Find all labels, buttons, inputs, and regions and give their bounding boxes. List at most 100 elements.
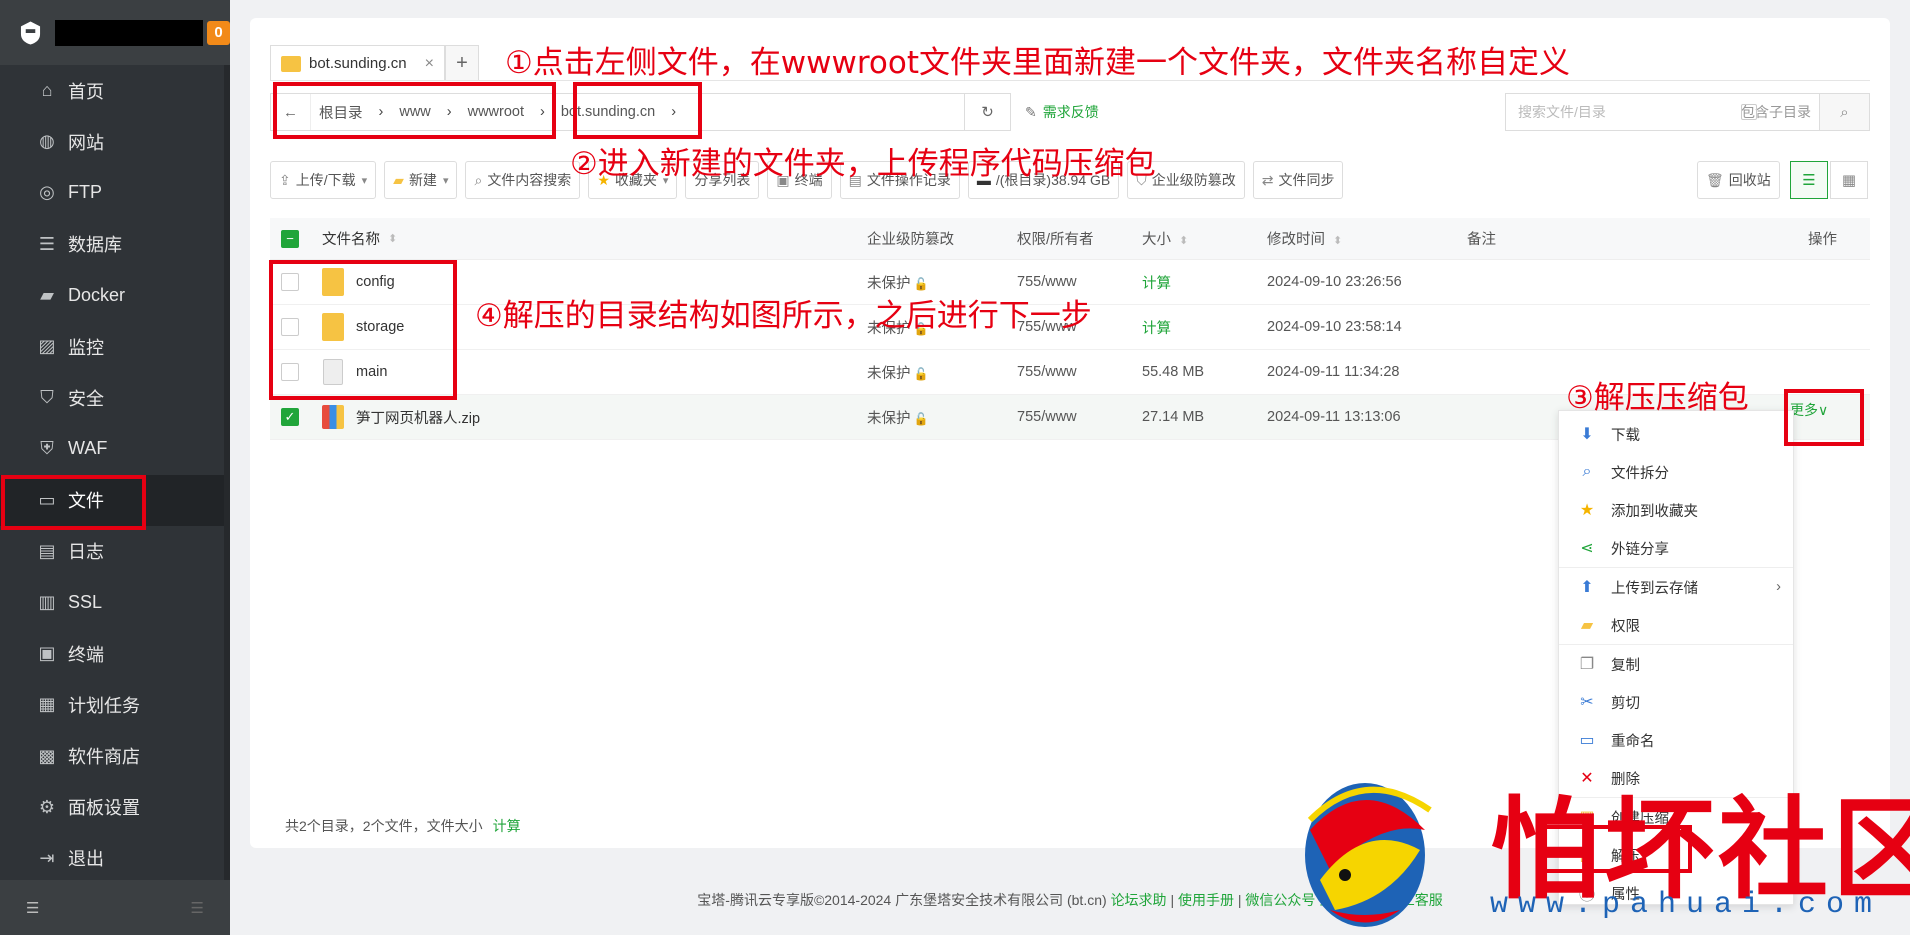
sidebar-item-label: 首页 xyxy=(68,81,104,102)
lock-icon[interactable]: 🔓 xyxy=(914,277,929,291)
sidebar-item-ssl[interactable]: ▥ SSL xyxy=(0,577,230,628)
checkbox[interactable] xyxy=(1741,104,1757,120)
annotation-box-more xyxy=(1784,389,1864,446)
rename-icon: ▭ xyxy=(1579,732,1595,749)
sidebar: 0 ⌂ 首页 ◍ 网站 ◎ FTP ☰ 数据库 ▰ Docker ▨ 监控 ⛉ 安全 ⛨ WAF… xyxy=(0,0,230,935)
file-name[interactable]: 笋丁网页机器人.zip xyxy=(356,407,480,428)
include-subdir-checkbox[interactable]: 包含子目录 xyxy=(1741,102,1811,122)
menu-item-cloud-upload[interactable]: ⬆ 上传到云存储 › xyxy=(1559,568,1793,606)
sidebar-item-waf[interactable]: ⛨ WAF xyxy=(0,423,230,474)
col-mtime[interactable]: 修改时间 ⬍ xyxy=(1267,228,1467,249)
new-button[interactable]: ▰ 新建 ▾ xyxy=(384,161,458,199)
col-size[interactable]: 大小 ⬍ xyxy=(1142,228,1267,249)
recycle-bin-button[interactable]: 🗑 回收站 xyxy=(1697,161,1780,199)
sidebar-scrollbar[interactable] xyxy=(224,65,230,880)
sidebar-item-database[interactable]: ☰ 数据库 xyxy=(0,219,230,270)
add-tab-button[interactable]: + xyxy=(444,45,479,81)
lock-icon[interactable]: 🔓 xyxy=(914,367,929,381)
upload-icon: ⬆ xyxy=(1580,579,1594,596)
sidebar-item-monitor[interactable]: ▨ 监控 xyxy=(0,321,230,372)
gear-icon: ⚙ xyxy=(38,796,56,817)
close-icon[interactable]: × xyxy=(425,55,434,73)
select-all-checkbox[interactable]: − xyxy=(281,229,299,248)
sidebar-item-label: 日志 xyxy=(68,542,104,563)
size-value: 55.48 MB xyxy=(1142,364,1205,380)
forum-link[interactable]: 论坛求助 xyxy=(1111,892,1167,908)
col-ops: 操作 xyxy=(1808,232,1837,248)
perm-value[interactable]: 755/www xyxy=(1017,409,1142,425)
upload-download-button[interactable]: ⇪ 上传/下载 ▾ xyxy=(270,161,377,199)
sync-icon: ⇄ xyxy=(1261,171,1274,188)
sidebar-header: 0 xyxy=(0,0,230,65)
size-value: 27.14 MB xyxy=(1142,409,1205,425)
menu-item-rename[interactable]: ▭ 重命名 xyxy=(1559,721,1793,759)
refresh-icon[interactable]: ↻ xyxy=(965,93,1011,131)
sort-icon: ⬍ xyxy=(388,233,398,245)
sidebar-item-label: 计划任务 xyxy=(68,695,140,716)
menu-item-copy[interactable]: ❐ 复制 xyxy=(1559,645,1793,683)
search-input[interactable]: 搜索文件/目录 xyxy=(1506,102,1741,122)
sidebar-item-label: 面板设置 xyxy=(68,798,140,819)
calc-size-link[interactable]: 计算 xyxy=(1142,317,1267,338)
folder-icon xyxy=(281,55,301,72)
collapse-icon[interactable]: ☰ xyxy=(26,899,39,917)
row-checkbox[interactable]: ✓ xyxy=(281,408,299,426)
sidebar-item-logout[interactable]: ⇥ 退出 xyxy=(0,833,230,884)
menu-item-cut[interactable]: ✂ 剪切 xyxy=(1559,683,1793,721)
home-icon: ⌂ xyxy=(41,80,53,101)
search-icon[interactable]: ⌕ xyxy=(1819,94,1869,130)
menu-item-permission[interactable]: ▰ 权限 xyxy=(1559,606,1793,644)
sidebar-item-security[interactable]: ⛉ 安全 xyxy=(0,372,230,423)
annotation-box-extracted xyxy=(269,260,457,400)
sidebar-item-docker[interactable]: ▰ Docker xyxy=(0,270,230,321)
perm-value[interactable]: 755/www xyxy=(1017,274,1142,290)
sidebar-item-cron[interactable]: ▦ 计划任务 xyxy=(0,679,230,730)
sidebar-item-home[interactable]: ⌂ 首页 xyxy=(0,65,230,116)
monitor-icon: ▨ xyxy=(38,336,56,357)
col-name[interactable]: 文件名称 ⬍ xyxy=(310,228,867,249)
tab-label: bot.sunding.cn xyxy=(309,55,407,72)
content-search-button[interactable]: ⌕ 文件内容搜索 xyxy=(465,161,581,199)
file-sync-button[interactable]: ⇄ 文件同步 xyxy=(1252,161,1344,199)
calc-total-link[interactable]: 计算 xyxy=(493,818,521,834)
table-header: − 文件名称 ⬍ 企业级防篡改 权限/所有者 大小 ⬍ 修改时间 ⬍ 备注 操作 xyxy=(270,218,1870,260)
sidebar-item-label: 数据库 xyxy=(68,235,122,256)
calc-size-link[interactable]: 计算 xyxy=(1142,272,1267,293)
sidebar-item-store[interactable]: ▩ 软件商店 xyxy=(0,730,230,781)
feedback-link[interactable]: ✎ 需求反馈 xyxy=(1025,102,1099,122)
manual-link[interactable]: 使用手册 xyxy=(1178,892,1234,908)
notification-badge[interactable]: 0 xyxy=(207,20,230,45)
logout-icon: ⇥ xyxy=(39,847,55,868)
sidebar-menu: ⌂ 首页 ◍ 网站 ◎ FTP ☰ 数据库 ▰ Docker ▨ 监控 ⛉ 安全 ⛨ WAF ▭… xyxy=(0,65,230,880)
download-icon: ⬇ xyxy=(1580,426,1594,443)
search-icon: ⌕ xyxy=(474,171,483,188)
docker-icon: ▰ xyxy=(40,284,54,305)
grid-view-icon[interactable]: ▦ xyxy=(1830,161,1868,199)
sidebar-item-ftp[interactable]: ◎ FTP xyxy=(0,167,230,218)
menu-item-share[interactable]: ⋖ 外链分享 xyxy=(1559,529,1793,567)
menu-item-split[interactable]: ⌕ 文件拆分 xyxy=(1559,453,1793,491)
sidebar-item-logs[interactable]: ▤ 日志 xyxy=(0,526,230,577)
sidebar-item-terminal[interactable]: ▣ 终端 xyxy=(0,628,230,679)
lock-icon[interactable]: 🔓 xyxy=(914,412,929,426)
sidebar-item-settings[interactable]: ⚙ 面板设置 xyxy=(0,782,230,833)
tab-active[interactable]: bot.sunding.cn × xyxy=(270,45,445,81)
lock-folder-icon: ▰ xyxy=(1580,617,1594,634)
chevron-down-icon: ▾ xyxy=(442,174,449,187)
mtime-value: 2024-09-11 11:34:28 xyxy=(1267,364,1400,380)
perm-value[interactable]: 755/www xyxy=(1017,364,1142,380)
annotation-step-4: ④解压的目录结构如图所示，之后进行下一步 xyxy=(475,298,1092,334)
scissors-icon: ✂ xyxy=(1580,694,1594,711)
list-view-icon[interactable]: ☰ xyxy=(1790,161,1828,199)
sidebar-item-website[interactable]: ◍ 网站 xyxy=(0,116,230,167)
menu-item-favorite[interactable]: ★ 添加到收藏夹 xyxy=(1559,491,1793,529)
annotation-step-2: ②进入新建的文件夹，上传程序代码压缩包 xyxy=(570,146,1156,182)
logo-icon xyxy=(20,21,41,44)
menu-icon[interactable]: ☰ xyxy=(191,899,204,917)
menu-item-download[interactable]: ⬇ 下载 xyxy=(1559,415,1793,453)
server-name-redacted xyxy=(55,19,204,46)
sidebar-item-label: FTP xyxy=(68,182,102,203)
watermark-url: www.pahuai.com xyxy=(1490,888,1883,922)
sidebar-item-label: 网站 xyxy=(68,132,104,153)
sidebar-item-label: SSL xyxy=(68,591,103,612)
